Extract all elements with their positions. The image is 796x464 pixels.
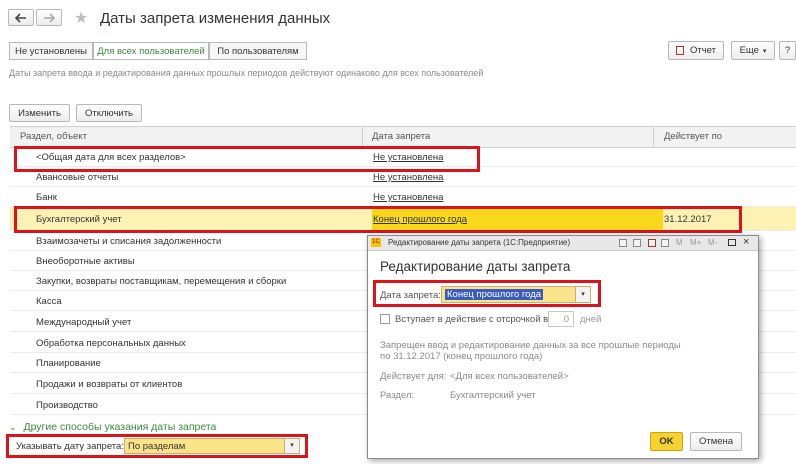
highlight-specify-date xyxy=(6,434,308,458)
table-header: Раздел, объект Дата запрета Действует по xyxy=(10,126,796,148)
applies-label: Действует для: xyxy=(380,371,447,382)
row-section: Планирование xyxy=(36,358,101,369)
info-text: Даты запрета ввода и редактирования данн… xyxy=(9,68,484,78)
close-icon[interactable]: × xyxy=(743,236,749,248)
delay-unit: дней xyxy=(580,314,602,325)
dialog-note: Запрещен ввод и редактирование данных за… xyxy=(380,340,681,362)
row-section: Производство xyxy=(36,400,98,411)
tab-label: Для всех пользователей xyxy=(97,45,205,57)
tab-not-set[interactable]: Не установлены xyxy=(9,42,93,60)
report-icon xyxy=(675,46,684,55)
column-header-date[interactable]: Дата запрета xyxy=(372,131,430,142)
edit-label: Изменить xyxy=(18,107,61,119)
row-section: Закупки, возвраты поставщикам, перемещен… xyxy=(36,276,287,287)
section-value: Бухгалтерский учет xyxy=(450,390,536,401)
calculator-icon[interactable] xyxy=(661,239,669,247)
highlight-dialog-date xyxy=(373,280,601,307)
table-row[interactable]: Банк Не установлена xyxy=(10,187,796,207)
back-button[interactable] xyxy=(8,9,34,26)
row-section: Взаимозачеты и списания задолженности xyxy=(36,236,222,247)
column-header-section[interactable]: Раздел, объект xyxy=(20,131,87,142)
row-section: Банк xyxy=(36,192,57,203)
edit-date-dialog: 1С Редактирование даты запрета (1С:Предп… xyxy=(367,235,759,459)
dialog-window-title: Редактирование даты запрета (1С:Предприя… xyxy=(388,238,571,247)
highlight-accounting-row xyxy=(14,206,742,233)
highlight-common-date xyxy=(14,146,480,172)
delay-checkbox[interactable] xyxy=(380,314,390,324)
arrow-left-icon xyxy=(15,12,26,23)
more-label: Еще xyxy=(739,45,759,56)
row-section: Внеоборотные активы xyxy=(36,256,135,267)
ok-button[interactable]: OK xyxy=(650,432,683,451)
cancel-label: Отмена xyxy=(698,436,734,447)
memory-m-icon[interactable]: M xyxy=(676,238,683,247)
disable-button[interactable]: Отключить xyxy=(76,104,142,122)
delay-label: Вступает в действие с отсрочкой в xyxy=(395,314,549,325)
memory-mminus-icon[interactable]: M- xyxy=(708,238,717,247)
row-date-link[interactable]: Не установлена xyxy=(373,192,443,203)
cancel-button[interactable]: Отмена xyxy=(690,432,742,451)
tab-all-users[interactable]: Для всех пользователей xyxy=(93,42,209,60)
column-header-until[interactable]: Действует по xyxy=(664,131,722,142)
save-icon[interactable] xyxy=(633,239,641,247)
tab-label: Не установлены xyxy=(15,45,87,57)
delay-days-value: 0 xyxy=(563,314,569,325)
dialog-heading: Редактирование даты запрета xyxy=(380,259,571,274)
row-section: Авансовые отчеты xyxy=(36,172,119,183)
disable-label: Отключить xyxy=(84,107,134,119)
tab-label: По пользователям xyxy=(217,45,299,57)
forward-button[interactable] xyxy=(36,9,62,26)
section-label: Раздел: xyxy=(380,390,415,401)
chevron-down-icon: ▾ xyxy=(762,47,767,55)
maximize-icon[interactable] xyxy=(728,239,736,246)
tab-by-users[interactable]: По пользователям xyxy=(209,42,307,60)
row-date-link[interactable]: Не установлена xyxy=(373,172,443,183)
app-logo-icon: 1С xyxy=(371,238,381,247)
favorite-star-icon[interactable]: ★ xyxy=(74,8,88,28)
memory-mplus-icon[interactable]: M+ xyxy=(690,238,701,247)
more-button[interactable]: Еще ▾ xyxy=(731,41,775,60)
report-label: Отчет xyxy=(689,45,716,56)
ok-label: OK xyxy=(659,436,674,447)
help-button[interactable]: ? xyxy=(779,41,796,60)
report-button[interactable]: Отчет xyxy=(668,41,724,60)
other-ways-toggle[interactable]: ⌄ Другие способы указания даты запрета xyxy=(9,421,216,433)
row-section: Обработка персональных данных xyxy=(36,338,186,349)
row-section: Продажи и возвраты от клиентов xyxy=(36,379,183,390)
dialog-titlebar: 1С Редактирование даты запрета (1С:Предп… xyxy=(368,236,758,251)
page-title: Даты запрета изменения данных xyxy=(100,10,331,27)
arrow-right-icon xyxy=(44,12,55,23)
row-section: Международный учет xyxy=(36,317,132,328)
chevron-down-icon: ⌄ xyxy=(9,422,17,432)
applies-value: <Для всех пользователей> xyxy=(450,371,569,382)
print-icon[interactable] xyxy=(619,239,627,247)
edit-button[interactable]: Изменить xyxy=(9,104,70,122)
delay-days-input[interactable]: 0 xyxy=(548,311,574,327)
calendar-icon[interactable] xyxy=(648,239,656,247)
help-label: ? xyxy=(784,45,791,56)
other-ways-label: Другие способы указания даты запрета xyxy=(23,421,217,433)
row-section: Касса xyxy=(36,296,62,307)
